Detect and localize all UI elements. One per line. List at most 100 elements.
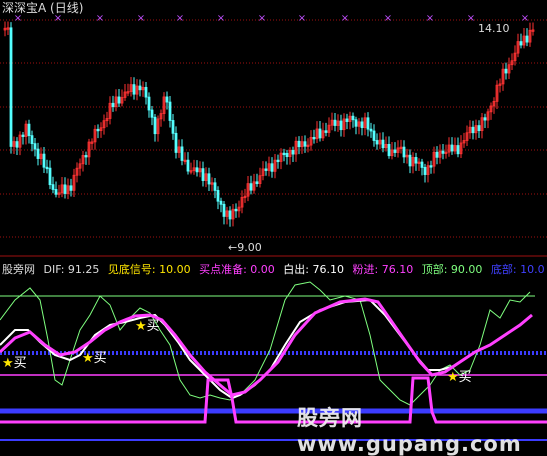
- star-icon: ★: [2, 356, 14, 371]
- candle-body: [234, 208, 238, 212]
- x-marker: ×: [521, 13, 529, 24]
- low-price-annotation: ←9.00: [228, 241, 262, 254]
- candle-body: [111, 102, 115, 108]
- candle-body: [255, 181, 259, 185]
- candle-body: [345, 118, 349, 122]
- candle-body: [420, 161, 424, 168]
- candle-body: [429, 165, 433, 168]
- x-marker: ×: [176, 13, 184, 24]
- candle-body: [303, 141, 307, 147]
- star-icon: ★: [135, 319, 147, 334]
- buy-signal-4: ★买: [447, 371, 472, 385]
- x-marker: ×: [96, 13, 104, 24]
- candle-body: [249, 183, 253, 191]
- candle-body: [291, 150, 295, 155]
- candle-body: [216, 190, 220, 202]
- candle-body: [297, 140, 301, 148]
- buy-signal-1: ★买: [2, 357, 27, 371]
- buy-label: 买: [93, 351, 107, 366]
- buy-ready-value: 买点准备: 0.00: [199, 263, 275, 276]
- dif-value: DIF: 91.25: [43, 263, 100, 276]
- candle-body: [30, 135, 34, 145]
- chart-title: 深深宝A (日线): [2, 1, 84, 15]
- candle-body: [27, 123, 31, 137]
- candle-body: [207, 173, 211, 185]
- bottom-value: 底部: 10.0: [490, 263, 545, 276]
- candle-body: [519, 41, 523, 46]
- candle-body: [150, 109, 154, 118]
- candle-body: [264, 168, 268, 171]
- candle-body: [144, 86, 148, 98]
- candle-body: [147, 96, 151, 111]
- candle-body: [168, 101, 172, 121]
- candle-body: [153, 116, 157, 135]
- candle-body: [423, 167, 427, 175]
- candle-body: [33, 143, 37, 150]
- candle-body: [351, 115, 355, 121]
- x-marker: ×: [258, 13, 266, 24]
- candle-body: [525, 35, 529, 43]
- candle-body: [15, 141, 19, 148]
- watermark: 股旁网 www.gupang.com: [297, 406, 522, 456]
- dif-line: [0, 281, 531, 406]
- high-price-annotation: 14.10: [478, 22, 510, 35]
- candle-body: [324, 130, 328, 133]
- candle-body: [21, 134, 25, 137]
- candle-body: [165, 96, 169, 103]
- candle-body: [171, 120, 175, 134]
- candle-body: [369, 128, 373, 132]
- candle-body: [375, 140, 379, 145]
- candle-body: [441, 150, 445, 154]
- candle-body: [186, 159, 190, 172]
- x-marker: ×: [341, 13, 349, 24]
- candle-body: [195, 167, 199, 173]
- candle-body: [387, 143, 391, 157]
- candle-body: [132, 84, 136, 95]
- candle-body: [477, 125, 481, 132]
- candle-body: [48, 167, 52, 186]
- buy-label: 买: [146, 319, 160, 334]
- top-value: 顶部: 90.00: [421, 263, 483, 276]
- candle-body: [285, 152, 289, 158]
- candle-body: [117, 96, 121, 104]
- x-marker: ×: [384, 13, 392, 24]
- buy-signal-3: ★买: [135, 320, 160, 334]
- signal-value: 见底信号: 10.00: [107, 263, 191, 276]
- candle-body: [228, 210, 232, 220]
- candle-body: [276, 159, 280, 163]
- candle-body: [51, 184, 55, 190]
- candle-body: [174, 132, 178, 153]
- pink-in-value: 粉进: 76.10: [352, 263, 414, 276]
- candle-body: [219, 200, 223, 205]
- candle-body: [366, 117, 370, 130]
- candle-body: [96, 128, 100, 132]
- candle-body: [402, 146, 406, 158]
- candle-body: [456, 145, 460, 155]
- x-marker: ×: [426, 13, 434, 24]
- candle-body: [42, 153, 46, 168]
- candle-body: [54, 189, 58, 195]
- candle-body: [372, 130, 376, 141]
- candle-body: [333, 119, 337, 126]
- x-marker: ×: [217, 13, 225, 24]
- top-x-markers: × × × × × × × × × × × × ×: [14, 13, 529, 24]
- candle-body: [381, 139, 385, 149]
- candle-body: [408, 154, 412, 167]
- candlestick-series: [3, 21, 535, 227]
- candle-body: [360, 121, 364, 129]
- buy-label: 买: [458, 370, 472, 385]
- candle-body: [84, 155, 88, 158]
- x-marker: ×: [467, 13, 475, 24]
- x-marker: ×: [137, 13, 145, 24]
- candle-body: [180, 146, 184, 161]
- candle-body: [450, 144, 454, 152]
- buy-signal-2: ★买: [82, 352, 107, 366]
- candle-body: [471, 126, 475, 134]
- candle-body: [354, 119, 358, 127]
- candle-body: [69, 185, 73, 191]
- candle-body: [312, 136, 316, 140]
- indicator-legend: 股旁网 DIF: 91.25 见底信号: 10.00 买点准备: 0.00 白出…: [2, 263, 547, 277]
- candle-body: [414, 157, 418, 164]
- x-marker: ×: [298, 13, 306, 24]
- candle-body: [270, 163, 274, 172]
